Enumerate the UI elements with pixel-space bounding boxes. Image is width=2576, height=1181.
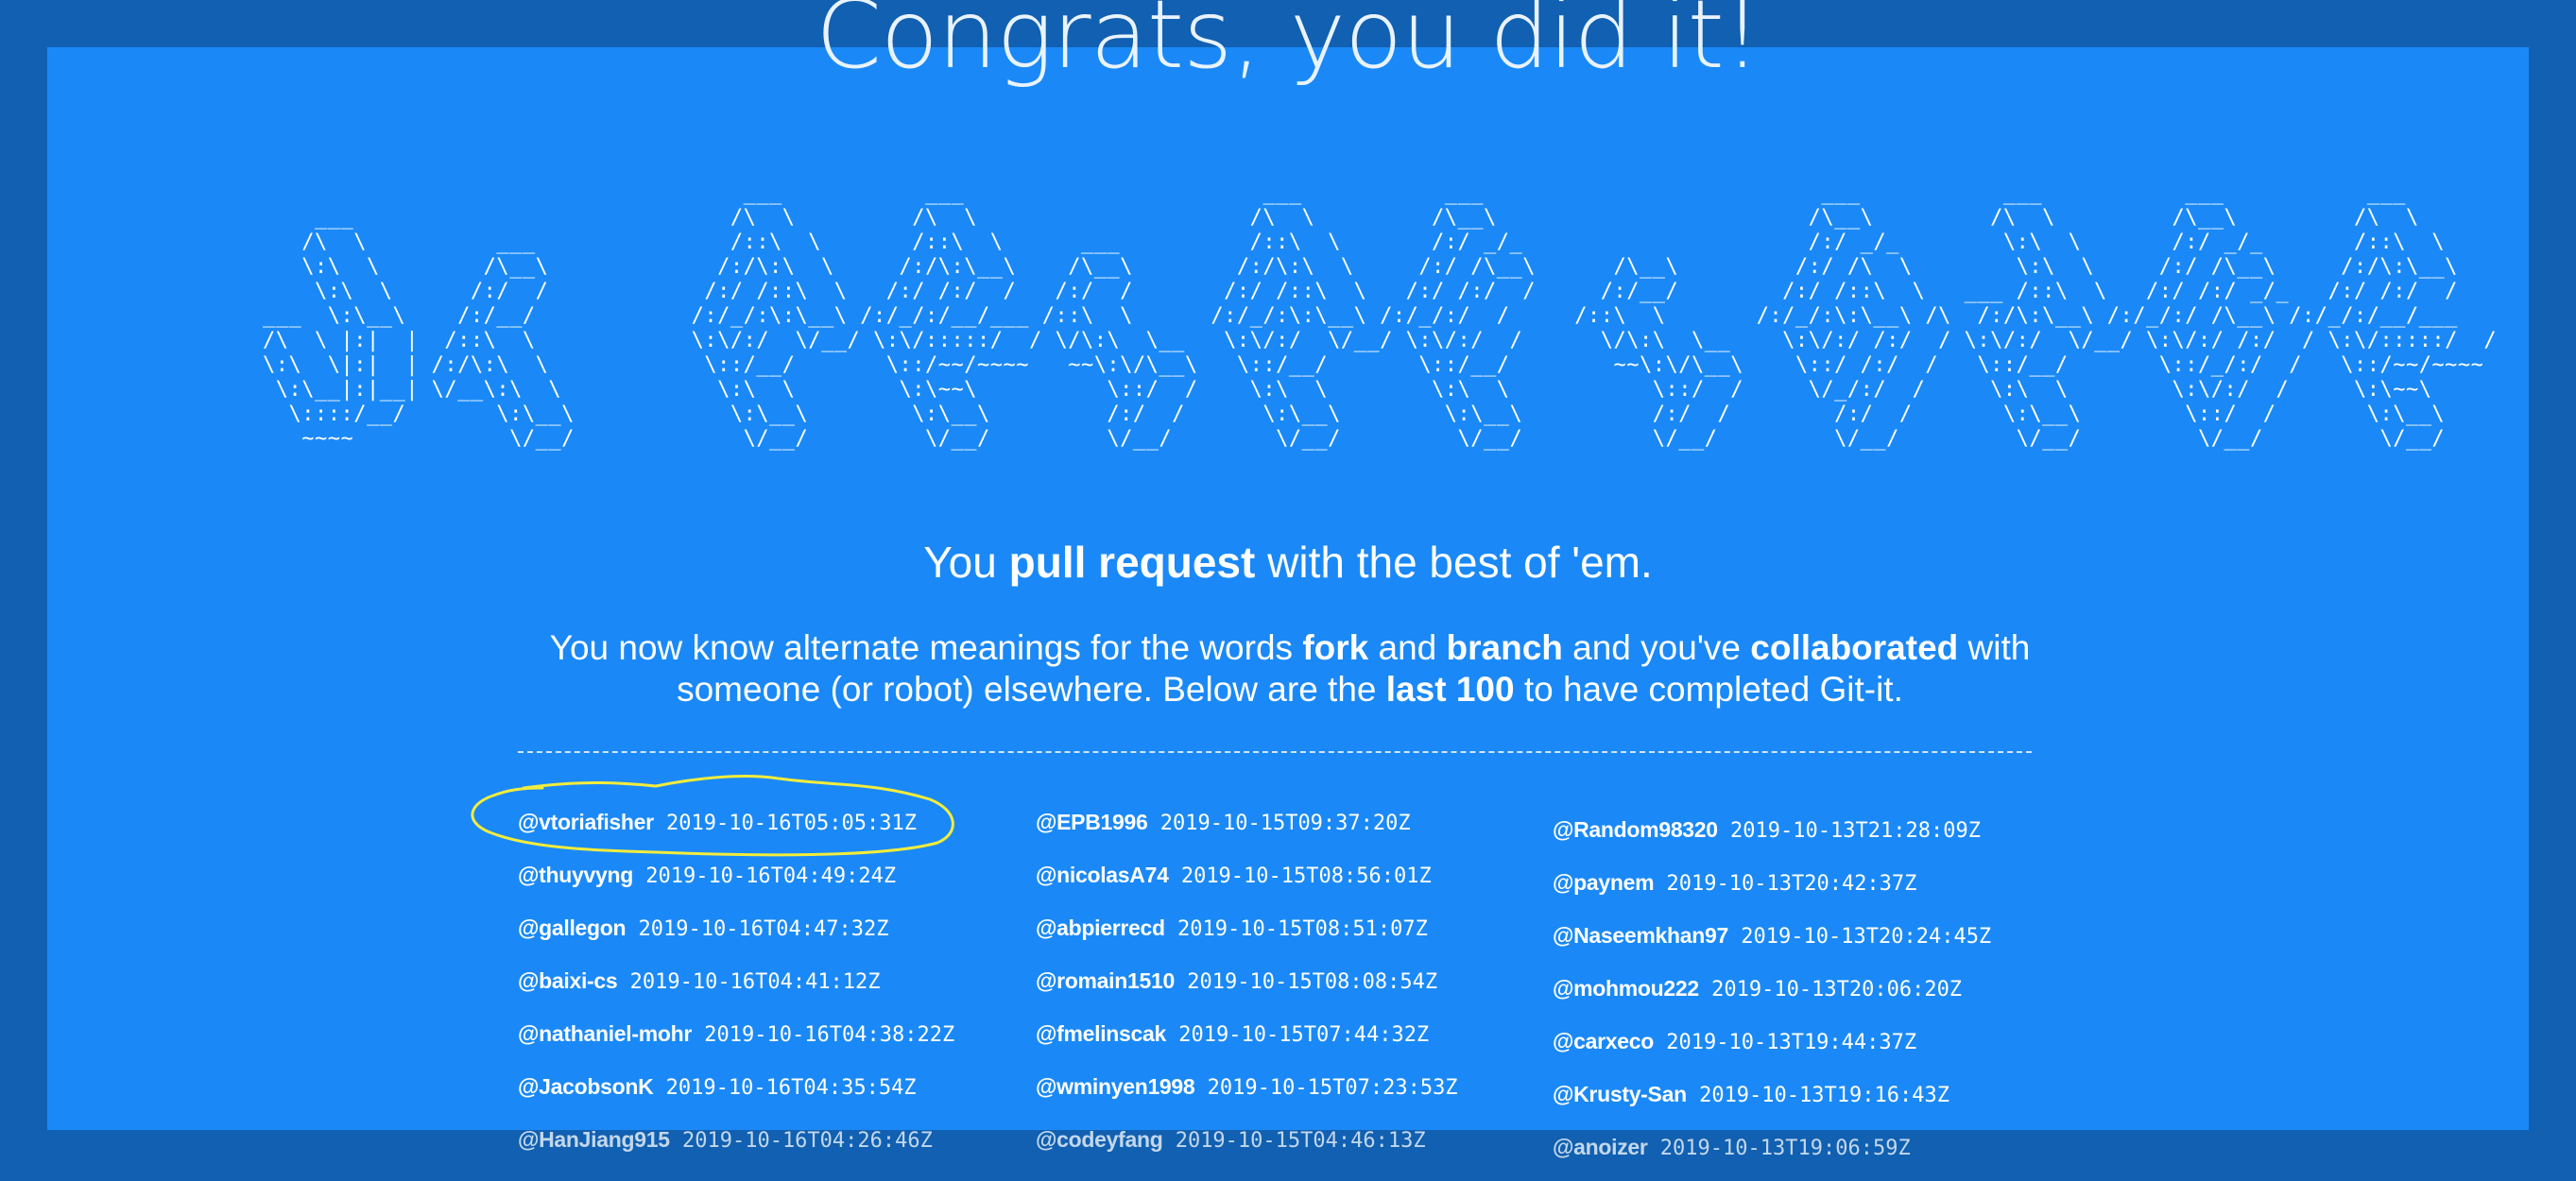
intro-paragraph: You now know alternate meanings for the …: [510, 627, 2069, 710]
intro-text: to have completed Git-it.: [1514, 670, 1903, 709]
completer-username-link[interactable]: @nathaniel-mohr: [518, 1021, 692, 1046]
completer-username-link[interactable]: @Naseemkhan97: [1553, 923, 1728, 948]
completer-timestamp: 2019-10-15T07:23:53Z: [1194, 1076, 1458, 1100]
completer-username-link[interactable]: @gallegon: [518, 916, 627, 940]
completer-timestamp: 2019-10-15T07:44:32Z: [1166, 1023, 1430, 1047]
completer-timestamp: 2019-10-13T19:06:59Z: [1647, 1137, 1911, 1160]
completer-timestamp: 2019-10-13T19:16:43Z: [1686, 1084, 1949, 1107]
completer-timestamp: 2019-10-15T09:37:20Z: [1147, 812, 1411, 835]
completer-timestamp: 2019-10-16T04:49:24Z: [632, 864, 897, 888]
completer-entry: @fmelinscak 2019-10-15T07:44:32Z: [1036, 1015, 1565, 1068]
completer-entry: @nathaniel-mohr 2019-10-16T04:38:22Z: [518, 1015, 1047, 1068]
intro-bold-last-100: last 100: [1385, 670, 1515, 709]
completer-timestamp: 2019-10-15T08:51:07Z: [1164, 917, 1428, 941]
completer-username-link[interactable]: @nicolasA74: [1036, 863, 1169, 887]
completer-entry: @EPB1996 2019-10-15T09:37:20Z: [1036, 803, 1565, 856]
subtitle: You pull request with the best of 'em.: [0, 537, 2576, 589]
completer-entry: @wminyen1998 2019-10-15T07:23:53Z: [1036, 1068, 1565, 1121]
completer-timestamp: 2019-10-15T04:46:13Z: [1162, 1129, 1426, 1153]
completer-timestamp: 2019-10-13T20:24:45Z: [1728, 925, 1992, 949]
completer-username-link[interactable]: @Krusty-San: [1553, 1082, 1687, 1106]
completer-entry: @anoizer 2019-10-13T19:06:59Z: [1553, 1128, 2082, 1181]
completers-column-1: @vtoriafisher 2019-10-16T05:05:31Z @thuyv…: [518, 803, 1047, 1173]
completer-entry: @Random98320 2019-10-13T21:28:09Z: [1553, 811, 2082, 864]
ascii-art-banner: ___ ___ ___ ___ ___ ___ ___ ___ ___ /\ \…: [263, 181, 2498, 451]
completer-entry: @mohmou222 2019-10-13T20:06:20Z: [1553, 969, 2082, 1022]
subtitle-bold: pull request: [1008, 538, 1256, 587]
completer-username-link[interactable]: @anoizer: [1553, 1135, 1648, 1159]
highlight-annotation-stroke: [471, 775, 954, 857]
completer-username-link[interactable]: @codeyfang: [1036, 1127, 1163, 1152]
completer-username-link[interactable]: @romain1510: [1036, 968, 1175, 993]
completer-timestamp: 2019-10-13T20:06:20Z: [1698, 978, 1963, 1001]
subtitle-pre: You: [923, 538, 1009, 587]
intro-text: You now know alternate meanings for the …: [549, 628, 1303, 667]
completer-timestamp: 2019-10-16T04:38:22Z: [692, 1023, 955, 1047]
completer-entry: @HanJiang915 2019-10-16T04:26:46Z: [518, 1121, 1047, 1173]
completers-column-2: @EPB1996 2019-10-15T09:37:20Z @nicolasA74…: [1036, 803, 1565, 1173]
completer-username-link[interactable]: @baixi-cs: [518, 968, 618, 993]
intro-text: and you've: [1562, 628, 1751, 667]
completer-entry: @JacobsonK 2019-10-16T04:35:54Z: [518, 1068, 1047, 1121]
completer-username-link[interactable]: @wminyen1998: [1036, 1074, 1195, 1099]
completer-timestamp: 2019-10-13T19:44:37Z: [1654, 1031, 1917, 1054]
intro-bold-fork: fork: [1302, 628, 1369, 667]
completers-column-3: @Random98320 2019-10-13T21:28:09Z @paynem…: [1553, 811, 2082, 1181]
completer-username-link[interactable]: @mohmou222: [1553, 976, 1699, 1001]
dashed-divider: [518, 751, 2032, 753]
completer-timestamp: 2019-10-13T20:42:37Z: [1654, 872, 1917, 896]
completer-entry: @Krusty-San 2019-10-13T19:16:43Z: [1553, 1075, 2082, 1128]
completer-timestamp: 2019-10-15T08:08:54Z: [1174, 970, 1438, 994]
completer-entry: @paynem 2019-10-13T20:42:37Z: [1553, 864, 2082, 916]
completer-username-link[interactable]: @fmelinscak: [1036, 1021, 1166, 1046]
completer-entry: @nicolasA74 2019-10-15T08:56:01Z: [1036, 856, 1565, 909]
completer-timestamp: 2019-10-13T21:28:09Z: [1717, 819, 1981, 843]
completer-username-link[interactable]: @HanJiang915: [518, 1127, 670, 1152]
completer-username-link[interactable]: @carxeco: [1553, 1029, 1654, 1053]
completer-entry: @abpierrecd 2019-10-15T08:51:07Z: [1036, 909, 1565, 962]
completer-entry: @codeyfang 2019-10-15T04:46:13Z: [1036, 1121, 1565, 1173]
completer-timestamp: 2019-10-15T08:56:01Z: [1168, 864, 1432, 888]
completer-entry: @carxeco 2019-10-13T19:44:37Z: [1553, 1022, 2082, 1075]
completer-timestamp: 2019-10-16T04:41:12Z: [617, 970, 881, 994]
completer-entry: @romain1510 2019-10-15T08:08:54Z: [1036, 962, 1565, 1015]
completer-username-link[interactable]: @JacobsonK: [518, 1074, 654, 1099]
completer-username-link[interactable]: @paynem: [1553, 870, 1655, 895]
completer-username-link[interactable]: @EPB1996: [1036, 810, 1148, 834]
completer-entry: @thuyvyng 2019-10-16T04:49:24Z: [518, 856, 1047, 909]
completer-entry: @baixi-cs 2019-10-16T04:41:12Z: [518, 962, 1047, 1015]
highlight-annotation-circle: [471, 775, 954, 857]
intro-text: and: [1368, 628, 1447, 667]
intro-bold-collaborated: collaborated: [1750, 628, 1959, 667]
page-heading: Congrats, you did it!: [816, 0, 1761, 90]
completer-timestamp: 2019-10-16T04:26:46Z: [669, 1129, 933, 1153]
completer-username-link[interactable]: @thuyvyng: [518, 863, 633, 887]
subtitle-post: with the best of 'em.: [1255, 538, 1653, 587]
completer-entry: @gallegon 2019-10-16T04:47:32Z: [518, 909, 1047, 962]
completer-timestamp: 2019-10-16T04:47:32Z: [626, 917, 889, 941]
completer-entry: @Naseemkhan97 2019-10-13T20:24:45Z: [1553, 916, 2082, 969]
completer-timestamp: 2019-10-16T04:35:54Z: [653, 1076, 917, 1100]
completer-username-link[interactable]: @Random98320: [1553, 817, 1718, 842]
intro-bold-branch: branch: [1446, 628, 1563, 667]
completer-username-link[interactable]: @abpierrecd: [1036, 916, 1165, 940]
